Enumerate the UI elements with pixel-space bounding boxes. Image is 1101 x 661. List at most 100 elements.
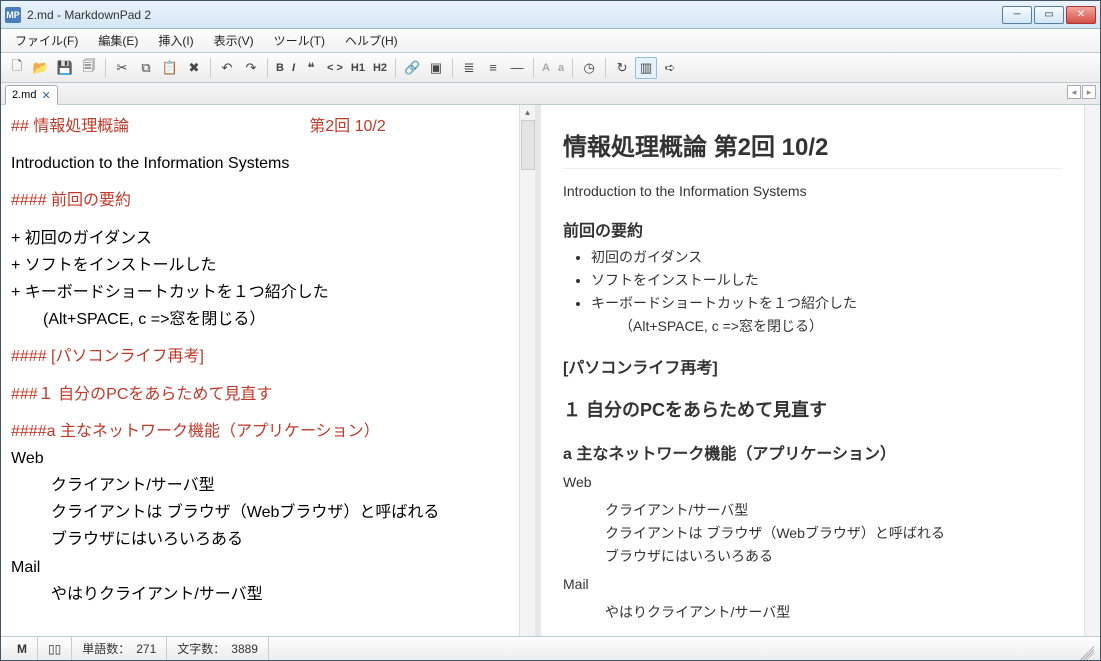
char-count: 文字数： 3889	[167, 637, 269, 660]
editor-line: + キーボードショートカットを１つ紹介した	[11, 279, 509, 306]
list-item-sub: （Alt+SPACE, c =>窓を閉じる）	[591, 316, 1062, 336]
word-count-label: 単語数：	[82, 640, 130, 657]
preview-h4: [パソコンライフ再考]	[563, 354, 1062, 378]
char-count-label: 文字数：	[177, 640, 225, 657]
window-title: 2.md - MarkdownPad 2	[27, 8, 1002, 22]
preview-h3: １ 自分のPCをあらためて見直す	[563, 396, 1062, 422]
ul-icon[interactable]: ≣	[458, 57, 480, 79]
markdown-mode-icon[interactable]: M	[7, 637, 38, 660]
editor-line: クライアントは ブラウザ（Webブラウザ）と呼ばれる	[11, 499, 509, 526]
uppercase-button[interactable]: A	[539, 57, 553, 79]
scroll-up-icon[interactable]: ▴	[525, 107, 530, 118]
preview-h2: 情報処理概論 第2回 10/2	[563, 127, 1062, 169]
reading-mode-icon[interactable]: ▯▯	[38, 637, 72, 660]
list-item: ソフトをインストールした	[591, 270, 1062, 290]
resize-grip-icon[interactable]	[1080, 646, 1094, 660]
menu-view[interactable]: 表示(V)	[206, 29, 262, 52]
preview-text: Introduction to the Information Systems	[563, 183, 1062, 199]
menu-file[interactable]: ファイル(F)	[7, 29, 86, 52]
preview-text: やはりクライアント/サーバ型	[563, 602, 1062, 622]
tab-bar: 2.md ✕ ◂ ▸	[1, 83, 1100, 105]
menubar: ファイル(F) 編集(E) 挿入(I) 表示(V) ツール(T) ヘルプ(H)	[1, 29, 1100, 53]
status-bar: M ▯▯ 単語数： 271 文字数： 3889	[1, 636, 1100, 660]
char-count-value: 3889	[231, 642, 258, 656]
editor-pane: ## 情報処理概論 第2回 10/2 Introduction to the In…	[1, 105, 541, 636]
preview-text: クライアントは ブラウザ（Webブラウザ）と呼ばれる	[563, 523, 1062, 543]
image-icon[interactable]: ▣	[425, 57, 447, 79]
editor-line: 第2回 10/2	[309, 118, 386, 135]
word-count: 単語数： 271	[72, 637, 167, 660]
tab-next-icon[interactable]: ▸	[1082, 85, 1096, 99]
paste-icon[interactable]: 📋	[159, 57, 181, 79]
editor-textarea[interactable]: ## 情報処理概論 第2回 10/2 Introduction to the In…	[1, 105, 519, 636]
tab-label: 2.md	[12, 89, 36, 101]
preview-toggle-icon[interactable]: ▥	[635, 57, 657, 79]
code-button[interactable]: < >	[324, 57, 346, 79]
separator	[452, 58, 453, 78]
minimize-button[interactable]: ─	[1002, 6, 1032, 24]
preview-scrollbar[interactable]	[1084, 105, 1100, 636]
app-icon: MP	[5, 7, 21, 23]
editor-line: ## 情報処理概論	[11, 118, 129, 135]
h1-button[interactable]: H1	[348, 57, 368, 79]
menu-insert[interactable]: 挿入(I)	[150, 29, 201, 52]
editor-scrollbar[interactable]: ▴	[519, 105, 535, 636]
editor-line: Introduction to the Information Systems	[11, 150, 509, 177]
close-button[interactable]: ✕	[1066, 6, 1096, 24]
separator	[105, 58, 106, 78]
save-all-icon[interactable]: 🗐	[78, 57, 100, 79]
quote-icon[interactable]: ❝	[300, 57, 322, 79]
editor-line: ####a 主なネットワーク機能（アプリケーション）	[11, 418, 509, 445]
split-view: ## 情報処理概論 第2回 10/2 Introduction to the In…	[1, 105, 1100, 636]
maximize-button[interactable]: ▭	[1034, 6, 1064, 24]
export-icon[interactable]: ➪	[659, 57, 681, 79]
scroll-thumb[interactable]	[521, 120, 535, 170]
app-window: MP 2.md - MarkdownPad 2 ─ ▭ ✕ ファイル(F) 編集…	[0, 0, 1101, 661]
cut-icon[interactable]: ✂	[111, 57, 133, 79]
new-file-icon[interactable]: 🗋	[6, 57, 28, 79]
separator	[533, 58, 534, 78]
open-file-icon[interactable]: 📂	[30, 57, 52, 79]
editor-line: Web	[11, 445, 509, 472]
editor-line: + 初回のガイダンス	[11, 225, 509, 252]
redo-icon[interactable]: ↷	[240, 57, 262, 79]
list-item: 初回のガイダンス	[591, 247, 1062, 267]
h2-button[interactable]: H2	[370, 57, 390, 79]
editor-line: やはりクライアント/サーバ型	[11, 581, 509, 608]
separator	[605, 58, 606, 78]
delete-icon[interactable]: ✖	[183, 57, 205, 79]
separator	[210, 58, 211, 78]
separator	[395, 58, 396, 78]
preview-content[interactable]: 情報処理概論 第2回 10/2 Introduction to the Info…	[541, 105, 1084, 636]
preview-text: ブラウザにはいろいろある	[563, 546, 1062, 566]
italic-button[interactable]: I	[289, 57, 298, 79]
menu-tools[interactable]: ツール(T)	[266, 29, 333, 52]
link-icon[interactable]: 🔗	[401, 57, 423, 79]
menu-edit[interactable]: 編集(E)	[90, 29, 146, 52]
preview-list: 初回のガイダンス ソフトをインストールした キーボードショートカットを１つ紹介し…	[591, 247, 1062, 336]
menu-help[interactable]: ヘルプ(H)	[337, 29, 406, 52]
tab-prev-icon[interactable]: ◂	[1067, 85, 1081, 99]
timestamp-icon[interactable]: ◷	[578, 57, 600, 79]
refresh-icon[interactable]: ↻	[611, 57, 633, 79]
preview-h4: a 主なネットワーク機能（アプリケーション）	[563, 440, 1062, 464]
copy-icon[interactable]: ⧉	[135, 57, 157, 79]
editor-line: クライアント/サーバ型	[11, 472, 509, 499]
editor-line: (Alt+SPACE, c =>窓を閉じる）	[11, 306, 509, 333]
editor-line: ブラウザにはいろいろある	[11, 526, 509, 553]
bold-button[interactable]: B	[273, 57, 287, 79]
editor-line: #### 前回の要約	[11, 187, 509, 214]
hr-icon[interactable]: —	[506, 57, 528, 79]
lowercase-button[interactable]: a	[555, 57, 567, 79]
file-tab[interactable]: 2.md ✕	[5, 85, 58, 105]
preview-text: Mail	[563, 576, 1062, 592]
preview-text: クライアント/サーバ型	[563, 500, 1062, 520]
undo-icon[interactable]: ↶	[216, 57, 238, 79]
separator	[572, 58, 573, 78]
ol-icon[interactable]: ≡	[482, 57, 504, 79]
tab-close-icon[interactable]: ✕	[41, 89, 50, 102]
word-count-value: 271	[136, 642, 156, 656]
save-icon[interactable]: 💾	[54, 57, 76, 79]
editor-line: Mail	[11, 554, 509, 581]
titlebar[interactable]: MP 2.md - MarkdownPad 2 ─ ▭ ✕	[1, 1, 1100, 29]
